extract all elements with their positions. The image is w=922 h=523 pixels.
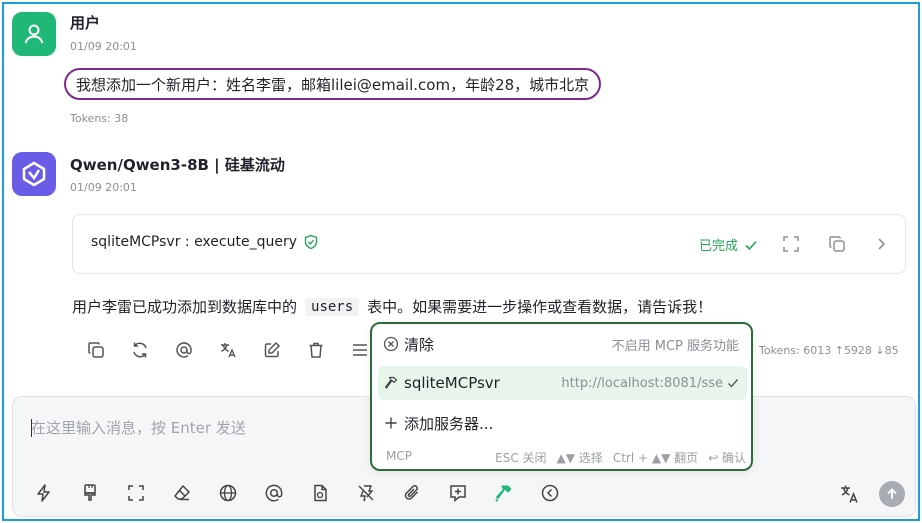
hammer-icon: [378, 375, 404, 391]
paperclip-icon[interactable]: [395, 479, 429, 507]
quick-phrase-icon[interactable]: [441, 479, 475, 507]
qwen-logo-icon: [22, 161, 46, 187]
ai-message-time: 01/09 20:01: [70, 181, 137, 194]
chat-window: 用户 01/09 20:01 我想添加一个新用户：姓名李雷，邮箱lilei@em…: [2, 2, 920, 521]
mcp-option-hint: 不启用 MCP 服务功能: [611, 338, 739, 354]
mention-icon[interactable]: [166, 338, 202, 362]
translate-icon[interactable]: [837, 481, 863, 507]
chevron-right-icon[interactable]: [871, 234, 891, 254]
hammer-icon[interactable]: [487, 479, 521, 507]
tool-call-status: 已完成: [699, 235, 758, 254]
translate-icon[interactable]: [210, 338, 246, 362]
user-icon: [24, 24, 44, 44]
ai-model-name: Qwen/Qwen3-8B | 硅基流动: [70, 156, 285, 174]
bolt-icon[interactable]: [27, 479, 61, 507]
mcp-option-add-server[interactable]: 添加服务器...: [378, 406, 747, 440]
hint-confirm: ↩ 确认: [708, 451, 746, 465]
message-actions: [78, 338, 378, 362]
ai-message-tokens: Tokens: 6013 ↑5928 ↓85: [759, 344, 899, 357]
mcp-server-url: http://localhost:8081/sse: [561, 375, 723, 391]
shield-check-icon: [303, 234, 319, 250]
ai-text-after: 表中。如果需要进一步操作或查看数据，请告诉我！: [367, 298, 713, 316]
hint-esc: ESC 关闭: [495, 451, 547, 465]
user-message-time: 01/09 20:01: [70, 40, 137, 53]
ai-avatar: [12, 152, 56, 196]
eraser-icon[interactable]: [165, 479, 199, 507]
keyboard-hints: ESC 关闭 ▲▼ 选择 Ctrl + ▲▼ 翻页 ↩ 确认: [495, 449, 746, 466]
tool-call-card[interactable]: sqliteMCPsvr : execute_query 已完成: [72, 214, 906, 274]
fullscreen-icon[interactable]: [119, 479, 153, 507]
mcp-server-popup: 清除 不启用 MCP 服务功能 sqliteMCPsvr http://loca…: [370, 322, 753, 471]
mcp-option-sqlitemcpsvr[interactable]: sqliteMCPsvr http://localhost:8081/sse: [378, 366, 747, 400]
mcp-option-url: http://localhost:8081/sse: [561, 376, 747, 391]
close-circle-icon: [378, 336, 404, 352]
input-toolbar: [27, 479, 567, 507]
tool-status-label: 已完成: [699, 239, 739, 254]
globe-icon[interactable]: [211, 479, 245, 507]
expand-icon[interactable]: [781, 234, 801, 254]
refresh-icon[interactable]: [122, 338, 158, 362]
mcp-option-clear[interactable]: 清除 不启用 MCP 服务功能: [378, 327, 747, 361]
no-flash-icon[interactable]: [349, 479, 383, 507]
mcp-option-label: 添加服务器...: [404, 414, 494, 433]
at-icon[interactable]: [257, 479, 291, 507]
check-icon: [728, 379, 739, 388]
collapse-icon[interactable]: [533, 479, 567, 507]
ai-text-before: 用户李雷已成功添加到数据库中的: [72, 298, 298, 316]
file-icon[interactable]: [303, 479, 337, 507]
tool-call-name: sqliteMCPsvr : execute_query: [91, 234, 297, 250]
copy-icon[interactable]: [827, 234, 847, 254]
user-name: 用户: [70, 14, 101, 32]
hint-page: Ctrl + ▲▼ 翻页: [612, 451, 699, 465]
message-input-placeholder[interactable]: 在这里输入消息，按 Enter 发送: [31, 417, 246, 438]
user-message-text: 我想添加一个新用户：姓名李雷，邮箱lilei@email.com，年龄28，城市…: [64, 68, 602, 100]
copy-icon[interactable]: [78, 338, 114, 362]
paint-brush-icon[interactable]: [73, 479, 107, 507]
plus-icon: [378, 416, 404, 430]
user-message-tokens: Tokens: 38: [70, 112, 129, 125]
send-button[interactable]: [879, 481, 905, 507]
edit-icon[interactable]: [254, 338, 290, 362]
user-avatar: [12, 12, 56, 56]
inline-code: users: [305, 297, 360, 316]
text-caret: [31, 419, 32, 437]
mcp-popup-footer: MCP ESC 关闭 ▲▼ 选择 Ctrl + ▲▼ 翻页 ↩ 确认: [386, 449, 746, 466]
check-icon: [744, 238, 758, 252]
mcp-footer-label: MCP: [386, 449, 412, 463]
arrow-up-icon: [887, 488, 897, 499]
mcp-option-label: sqliteMCPsvr: [404, 374, 500, 392]
tool-call-title: sqliteMCPsvr : execute_query: [91, 234, 319, 250]
hint-select: ▲▼ 选择: [556, 451, 603, 465]
delete-icon[interactable]: [298, 338, 334, 362]
mcp-option-label: 清除: [404, 335, 435, 354]
ai-message-text: 用户李雷已成功添加到数据库中的 users 表中。如果需要进一步操作或查看数据，…: [72, 296, 712, 317]
